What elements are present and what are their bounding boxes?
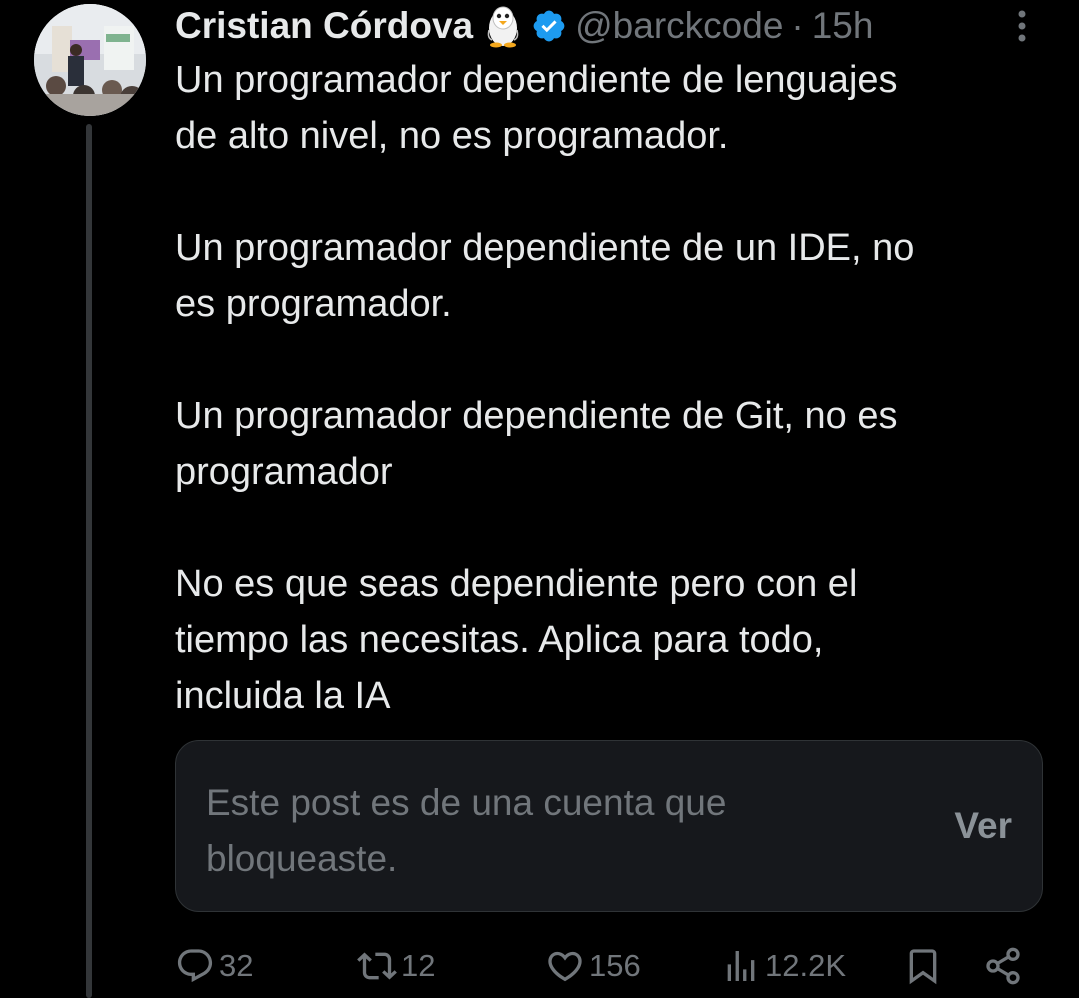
post-timestamp[interactable]: 15h bbox=[812, 5, 874, 47]
penguin-emoji-icon bbox=[485, 4, 521, 48]
tweet-paragraph: Un programador dependiente de un IDE, no… bbox=[175, 227, 915, 325]
reply-count: 32 bbox=[219, 948, 254, 983]
blocked-quote-card: Este post es de una cuenta que bloqueast… bbox=[175, 740, 1043, 912]
author-handle[interactable]: @barckcode bbox=[575, 5, 783, 47]
share-icon bbox=[983, 946, 1023, 986]
author-display-name[interactable]: Cristian Córdova bbox=[175, 5, 473, 47]
like-count: 156 bbox=[589, 948, 641, 983]
analytics-icon bbox=[721, 946, 761, 986]
blocked-post-message: Este post es de una cuenta que bloqueast… bbox=[206, 782, 727, 879]
more-options-icon[interactable] bbox=[1010, 6, 1034, 46]
bookmark-icon bbox=[903, 946, 943, 986]
views-button[interactable]: 12.2K bbox=[721, 940, 846, 992]
views-count: 12.2K bbox=[765, 948, 847, 983]
heart-icon bbox=[545, 946, 585, 986]
avatar[interactable] bbox=[34, 4, 146, 116]
like-button[interactable]: 156 bbox=[545, 940, 641, 992]
view-blocked-post-button[interactable]: Ver bbox=[954, 805, 1012, 847]
repost-icon bbox=[357, 946, 397, 986]
verified-badge-icon[interactable] bbox=[531, 8, 567, 44]
tweet-paragraph: No es que seas dependiente pero con el t… bbox=[175, 563, 858, 717]
thread-line bbox=[86, 124, 92, 998]
tweet-paragraph: Un programador dependiente de lenguajes … bbox=[175, 59, 898, 157]
action-bar: 32 12 156 12.2K bbox=[175, 940, 1035, 992]
tweet-text: Un programador dependiente de lenguajes … bbox=[175, 52, 1035, 724]
reply-icon bbox=[175, 946, 215, 986]
separator-dot: · bbox=[791, 5, 804, 46]
tweet-paragraph: Un programador dependiente de Git, no es… bbox=[175, 395, 898, 493]
repost-count: 12 bbox=[401, 948, 436, 983]
reply-button[interactable]: 32 bbox=[175, 940, 253, 992]
repost-button[interactable]: 12 bbox=[357, 940, 435, 992]
tweet-header: Cristian Córdova @barckcode · 15h bbox=[175, 0, 873, 52]
bookmark-button[interactable] bbox=[903, 940, 943, 992]
share-button[interactable] bbox=[983, 940, 1023, 992]
avatar-photo bbox=[34, 4, 146, 116]
